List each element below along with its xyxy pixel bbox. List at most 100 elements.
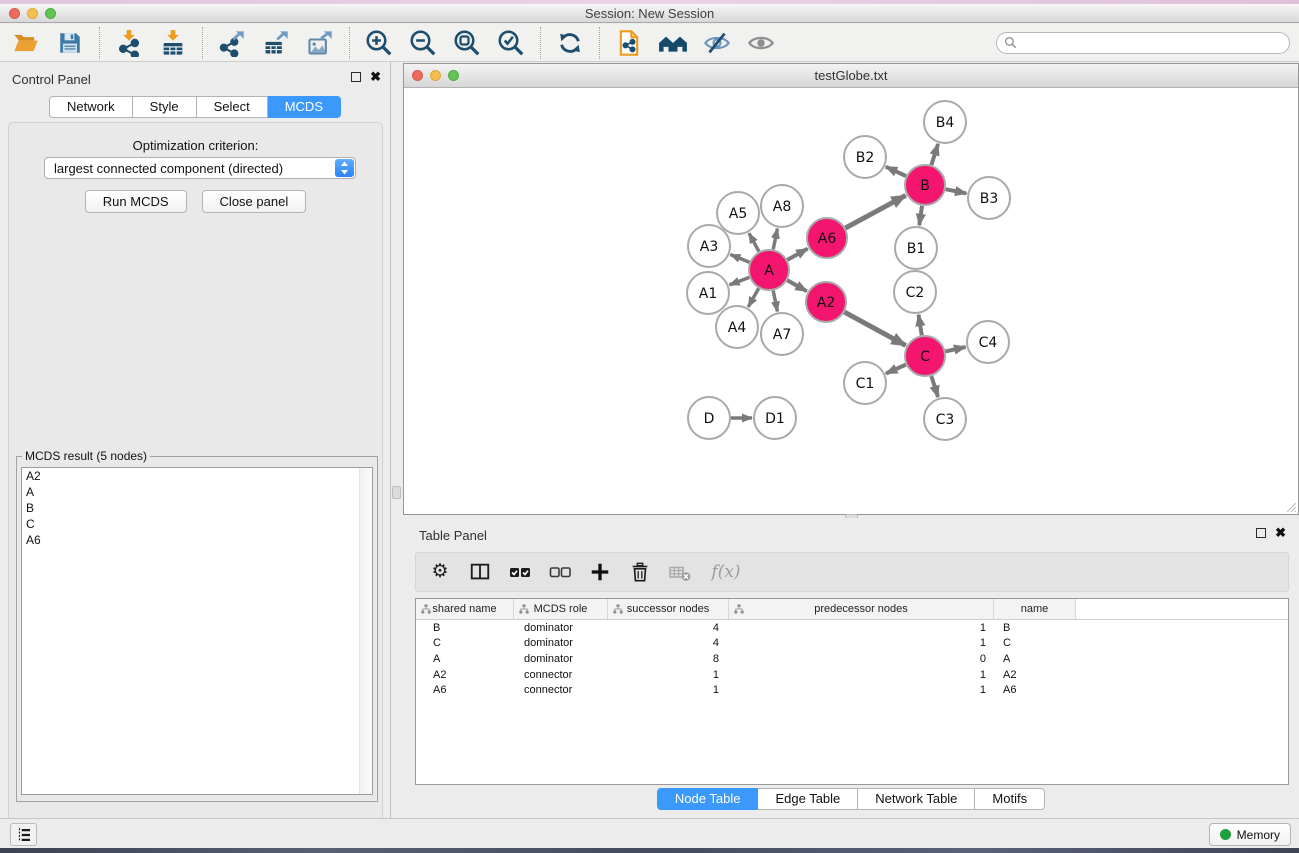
export-image-button[interactable] [303, 26, 337, 60]
task-history-button[interactable] [10, 823, 37, 846]
function-builder-button[interactable]: f(x) [708, 560, 744, 584]
export-network-button[interactable] [215, 26, 249, 60]
result-item-a[interactable]: A [22, 484, 372, 500]
search-input[interactable] [1021, 34, 1289, 52]
table-tab-motifs[interactable]: Motifs [975, 788, 1045, 810]
graph-edge-A-A8[interactable] [773, 229, 777, 250]
table-cell[interactable]: 1 [729, 637, 994, 649]
table-cell[interactable]: C [994, 637, 1076, 649]
table-cell[interactable]: dominator [514, 637, 608, 649]
close-panel-button[interactable]: Close panel [202, 190, 307, 213]
table-cell[interactable]: 1 [608, 669, 729, 681]
tab-mcds[interactable]: MCDS [268, 96, 341, 118]
table-row[interactable]: Cdominator41C [416, 636, 1288, 652]
graph-edge-C-C3[interactable] [931, 376, 938, 397]
graph-edge-A-A3[interactable] [730, 255, 749, 263]
table-tab-edge-table[interactable]: Edge Table [758, 788, 858, 810]
table-row[interactable]: A6connector11A6 [416, 682, 1288, 698]
delete-column-button[interactable] [628, 560, 652, 584]
show-details-button[interactable] [744, 26, 778, 60]
graph-edge-A-A1[interactable] [730, 277, 750, 284]
table-cell[interactable]: B [416, 622, 514, 634]
column-header-name[interactable]: name [994, 599, 1076, 619]
graph-edge-A-A6[interactable] [787, 249, 807, 260]
network-zoom-button[interactable] [448, 70, 459, 81]
zoom-fit-button[interactable] [450, 26, 484, 60]
delete-table-button[interactable] [668, 560, 692, 584]
column-header-predecessor-nodes[interactable]: predecessor nodes [729, 599, 994, 619]
column-view-button[interactable] [468, 560, 492, 584]
zoom-in-button[interactable] [362, 26, 396, 60]
graph-edge-A-A2[interactable] [787, 280, 807, 291]
graph-edge-B-B3[interactable] [946, 189, 967, 193]
network-document-button[interactable] [612, 26, 646, 60]
table-cell[interactable]: A2 [994, 669, 1076, 681]
float-table-panel-icon[interactable] [1256, 528, 1266, 538]
deselect-all-columns-button[interactable] [548, 560, 572, 584]
graph-edge-C-C4[interactable] [945, 347, 965, 351]
table-cell[interactable]: A [416, 653, 514, 665]
save-session-button[interactable] [53, 26, 87, 60]
result-item-b[interactable]: B [22, 500, 372, 516]
add-column-button[interactable] [588, 560, 612, 584]
zoom-selected-button[interactable] [494, 26, 528, 60]
network-canvas[interactable]: B4B2BB3A8A5A6A3B1AC2A1A2A4A7C4CC1DD1C3 [404, 88, 1298, 514]
open-file-button[interactable] [9, 26, 43, 60]
table-cell[interactable]: B [994, 622, 1076, 634]
import-table-button[interactable] [156, 26, 190, 60]
split-divider-handle-vertical[interactable] [392, 486, 401, 499]
result-item-c[interactable]: C [22, 516, 372, 532]
tab-network[interactable]: Network [49, 96, 133, 118]
close-panel-icon[interactable]: ✖ [370, 72, 381, 82]
table-cell[interactable]: A6 [416, 684, 514, 696]
table-cell[interactable]: connector [514, 669, 608, 681]
table-row[interactable]: Bdominator41B [416, 620, 1288, 636]
memory-button[interactable]: Memory [1209, 823, 1291, 846]
graph-edge-A6-B[interactable] [845, 195, 905, 228]
column-header-successor-nodes[interactable]: successor nodes [608, 599, 729, 619]
graph-edge-A2-C[interactable] [844, 312, 905, 345]
table-cell[interactable]: C [416, 637, 514, 649]
result-item-a6[interactable]: A6 [22, 532, 372, 548]
tab-select[interactable]: Select [197, 96, 268, 118]
hide-details-button[interactable] [700, 26, 734, 60]
search-field[interactable] [996, 32, 1290, 54]
minimize-window-button[interactable] [27, 8, 38, 19]
graph-edge-C-C2[interactable] [919, 315, 922, 336]
table-cell[interactable]: A6 [994, 684, 1076, 696]
table-options-button[interactable]: ⚙ [428, 560, 452, 584]
table-row[interactable]: Adominator80A [416, 651, 1288, 667]
table-cell[interactable]: dominator [514, 622, 608, 634]
table-cell[interactable]: dominator [514, 653, 608, 665]
result-list-scrollbar[interactable] [359, 468, 372, 794]
graph-edge-A-A7[interactable] [773, 291, 777, 312]
graph-edge-B-B2[interactable] [886, 167, 906, 176]
column-header-shared-name[interactable]: shared name [416, 599, 514, 619]
graph-edge-B-B1[interactable] [919, 206, 922, 225]
table-cell[interactable]: 0 [729, 653, 994, 665]
close-table-panel-icon[interactable]: ✖ [1275, 528, 1286, 538]
graph-edge-A-A4[interactable] [748, 288, 758, 307]
close-window-button[interactable] [9, 8, 20, 19]
result-item-a2[interactable]: A2 [22, 468, 372, 484]
select-all-columns-button[interactable] [508, 560, 532, 584]
column-header-mcds-role[interactable]: MCDS role [514, 599, 608, 619]
graph-edge-A-A5[interactable] [749, 233, 759, 251]
table-cell[interactable]: 1 [729, 669, 994, 681]
graph-edge-C-C1[interactable] [886, 365, 906, 374]
table-cell[interactable]: A [994, 653, 1076, 665]
refresh-button[interactable] [553, 26, 587, 60]
graph-edge-B-B4[interactable] [931, 144, 938, 165]
table-cell[interactable]: 1 [729, 622, 994, 634]
table-tab-network-table[interactable]: Network Table [858, 788, 975, 810]
table-cell[interactable]: 8 [608, 653, 729, 665]
table-cell[interactable]: 1 [608, 684, 729, 696]
zoom-window-button[interactable] [45, 8, 56, 19]
window-resize-grip[interactable] [1284, 500, 1296, 512]
table-cell[interactable]: A2 [416, 669, 514, 681]
table-cell[interactable]: connector [514, 684, 608, 696]
run-mcds-button[interactable]: Run MCDS [85, 190, 187, 213]
network-close-button[interactable] [412, 70, 423, 81]
zoom-out-button[interactable] [406, 26, 440, 60]
float-panel-icon[interactable] [351, 72, 361, 82]
